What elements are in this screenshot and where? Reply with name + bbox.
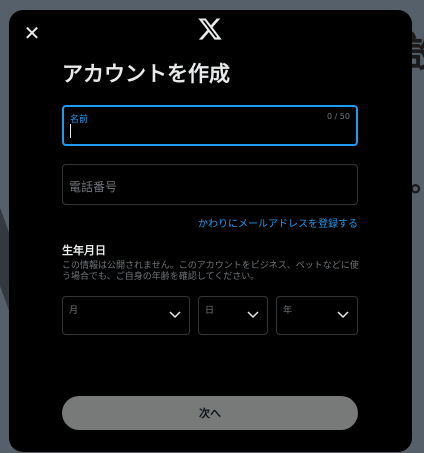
next-button[interactable]: 次へ: [62, 396, 358, 430]
chevron-down-icon: [169, 311, 181, 319]
chevron-down-icon: [337, 311, 349, 319]
page-title: アカウントを作成: [62, 62, 230, 86]
chevron-down-icon: [247, 311, 259, 319]
month-select[interactable]: 月: [62, 296, 190, 335]
background-char-2: 。: [410, 160, 424, 200]
name-field[interactable]: 名前 0 / 50: [62, 105, 358, 146]
close-icon[interactable]: ✕: [17, 18, 47, 48]
name-input[interactable]: [64, 107, 356, 144]
dob-title: 生年月日: [62, 244, 106, 257]
day-select[interactable]: 日: [198, 296, 268, 335]
use-email-link[interactable]: かわりにメールアドレスを登録する: [198, 215, 358, 230]
year-select[interactable]: 年: [276, 296, 358, 335]
x-logo-icon: [198, 18, 222, 40]
day-label: 日: [205, 306, 215, 316]
phone-placeholder: 電話番号: [69, 180, 118, 194]
phone-field[interactable]: 電話番号: [62, 164, 358, 205]
month-label: 月: [69, 306, 79, 316]
year-label: 年: [283, 306, 293, 316]
signup-modal: ✕ アカウントを作成 名前 0 / 50 電話番号 かわりにメールアドレスを登録…: [9, 10, 412, 452]
dob-description: この情報は公開されません。このアカウントをビジネス、ペットなどに使う場合でも、ご…: [62, 261, 359, 282]
